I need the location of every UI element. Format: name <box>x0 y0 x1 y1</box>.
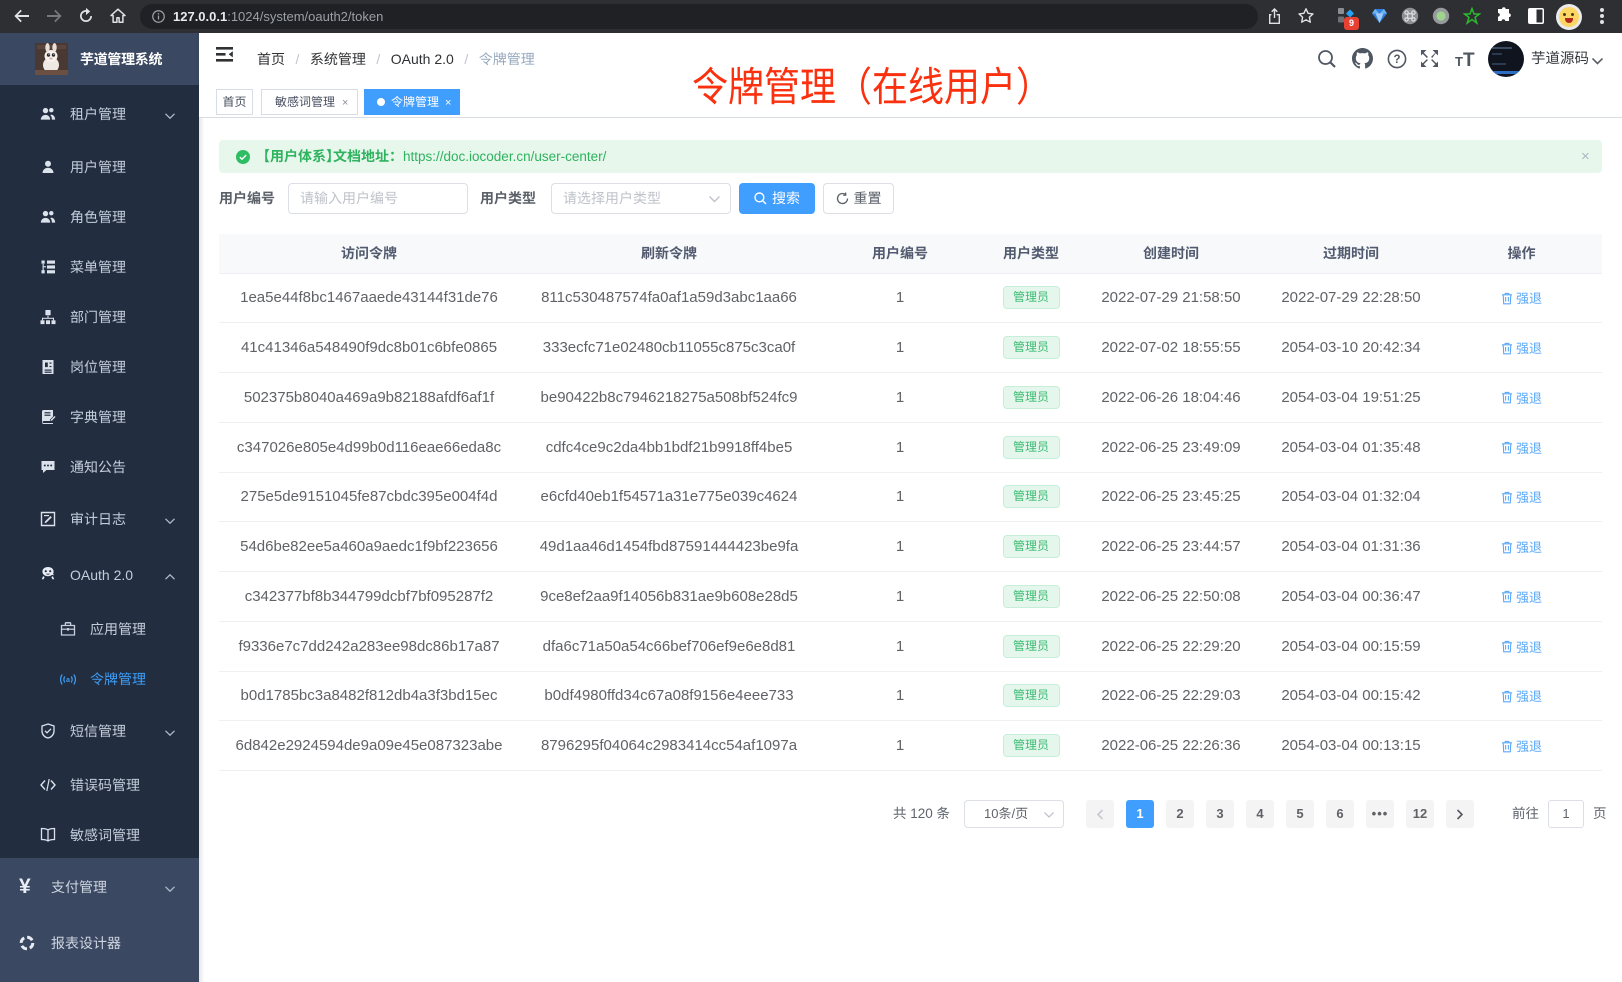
svg-text:T: T <box>1463 50 1475 69</box>
svg-text:?: ? <box>1393 54 1400 66</box>
svg-text:a: a <box>66 677 70 684</box>
svg-text:T: T <box>1455 54 1463 69</box>
